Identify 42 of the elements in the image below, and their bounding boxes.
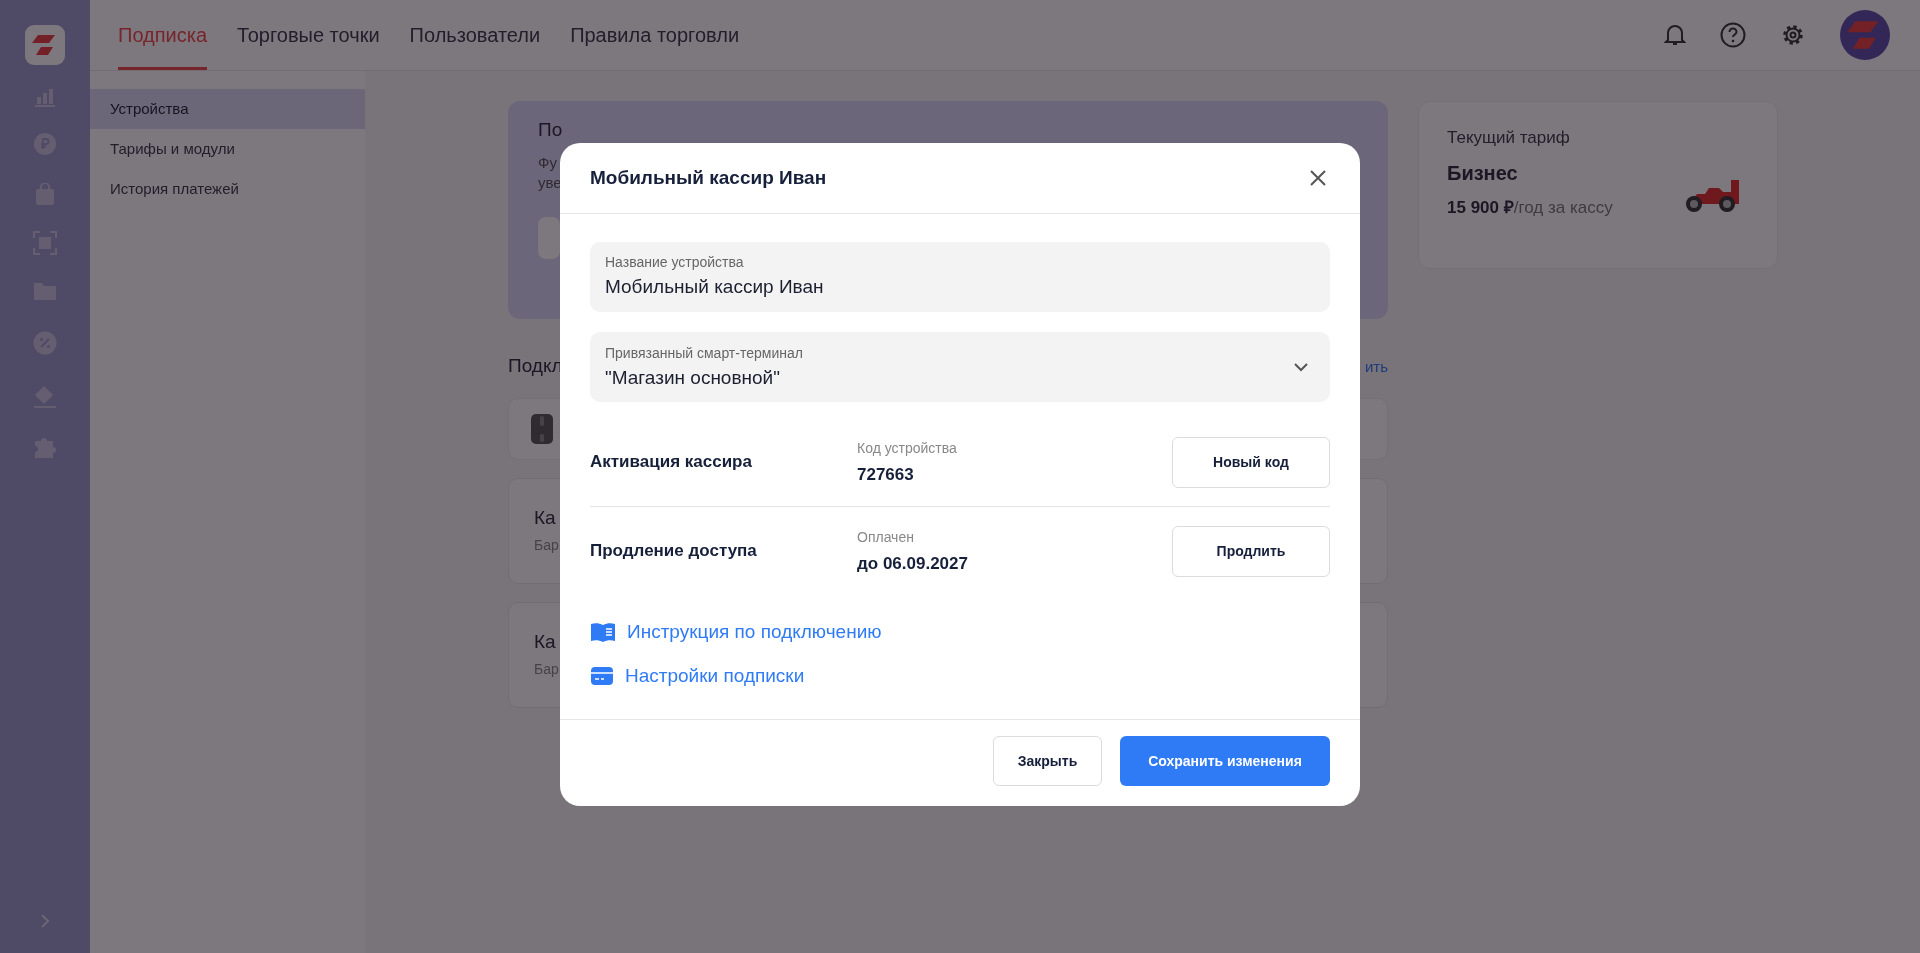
dialog-link[interactable]: Настройки подписки xyxy=(625,665,805,687)
tariff-period: /год за кассу xyxy=(1513,198,1613,217)
row-caption: Оплачен xyxy=(857,528,915,545)
device-title: Ка xyxy=(534,631,557,653)
subnav-item[interactable]: Устройства xyxy=(90,89,365,129)
promo-text: Фу xyxy=(538,153,558,173)
device-title: Ка xyxy=(534,507,557,529)
nav-tab[interactable]: Пользователи xyxy=(409,3,541,70)
nav-tab[interactable]: Правила торговли xyxy=(570,3,740,70)
device-name-field[interactable]: Название устройства Мобильный кассир Иван xyxy=(590,242,1330,312)
dialog-title: Мобильный кассир Иван xyxy=(590,167,827,189)
row-title: Активация кассира xyxy=(590,452,753,472)
cancel-button[interactable]: Закрыть xyxy=(993,736,1102,786)
row-value: до 06.09.2027 xyxy=(857,553,969,574)
tariff-label: Текущий тариф xyxy=(1447,128,1571,148)
notification-bell-icon[interactable] xyxy=(1664,23,1686,47)
section-link[interactable]: ить xyxy=(1364,357,1388,375)
book-icon xyxy=(590,622,616,642)
row-value: 727663 xyxy=(857,464,915,485)
promo-button[interactable] xyxy=(538,217,560,259)
promo-title: По xyxy=(538,119,564,141)
row-action-button[interactable]: Продлить xyxy=(1172,525,1330,577)
row-caption: Код устройства xyxy=(857,439,958,456)
logo-icon[interactable] xyxy=(25,25,65,65)
subnav-item[interactable]: История платежей xyxy=(90,169,365,209)
row-action-button[interactable]: Новый код xyxy=(1172,436,1330,488)
chevron-down-icon xyxy=(1294,362,1308,372)
subnav-item[interactable]: Тарифы и модули xyxy=(90,129,365,169)
account-avatar[interactable] xyxy=(1840,10,1890,60)
terminal-select[interactable]: Привязанный смарт-терминал "Магазин основной" xyxy=(590,332,1330,402)
nav-tab[interactable]: Торговые точки xyxy=(237,3,380,70)
save-button[interactable]: Сохранить изменения xyxy=(1120,736,1330,786)
expand-chevron-icon[interactable] xyxy=(40,913,50,929)
promo-text: уве xyxy=(538,173,558,193)
tariff-price: 15 900 ₽ xyxy=(1447,198,1514,217)
settings-icon[interactable] xyxy=(1780,22,1806,48)
help-icon[interactable] xyxy=(1720,22,1746,48)
credit-card-icon xyxy=(590,666,614,686)
section-title: Подкл xyxy=(508,355,563,377)
tariff-plan: Бизнес xyxy=(1447,162,1519,185)
row-title: Продление доступа xyxy=(590,541,758,561)
dialog-link[interactable]: Инструкция по подключению xyxy=(627,621,882,643)
